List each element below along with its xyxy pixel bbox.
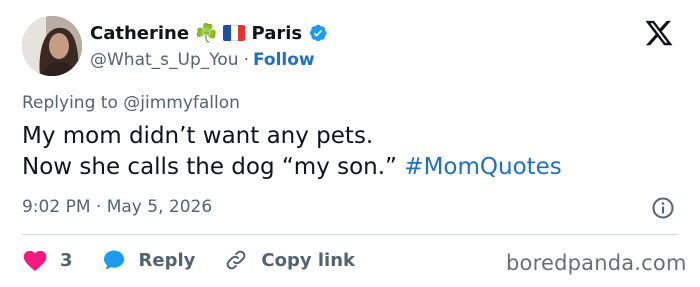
author-handle[interactable]: @What_s_Up_You <box>90 50 239 70</box>
replying-to-line: Replying to @jimmyfallon <box>22 93 240 113</box>
reply-label: Reply <box>138 249 196 271</box>
x-logo-icon[interactable] <box>643 18 675 48</box>
tweet-line-2: Now she calls the dog “my son.” #MomQuot… <box>22 152 562 183</box>
tweet-date: May 5, 2026 <box>106 197 213 217</box>
tweet-timestamp[interactable]: 9:02 PM · May 5, 2026 <box>22 197 212 217</box>
tweet-text: My mom didn’t want any pets. Now she cal… <box>22 121 562 183</box>
france-flag-emoji <box>223 25 246 41</box>
tweet-actions: 3 Reply Copy link <box>22 246 355 274</box>
replying-to-label: Replying to <box>22 93 118 113</box>
reply-mention-link[interactable]: @jimmyfallon <box>123 93 240 113</box>
author-display-name[interactable]: Catherine <box>90 23 189 44</box>
avatar[interactable] <box>22 16 82 76</box>
verified-badge-icon <box>309 24 327 42</box>
author-location: Paris <box>251 22 303 44</box>
avatar-photo <box>22 16 82 76</box>
clover-emoji: ☘️ <box>195 22 218 44</box>
author-name-row: Catherine ☘️ Paris <box>90 20 328 46</box>
actions-divider <box>22 234 678 235</box>
info-icon[interactable] <box>651 196 675 220</box>
tweet-line-2-text: Now she calls the dog “my son.” <box>22 154 397 180</box>
follow-button[interactable]: Follow <box>253 50 315 70</box>
reply-button[interactable]: Reply <box>101 248 196 272</box>
speech-bubble-icon <box>103 250 124 270</box>
link-icon <box>227 250 246 270</box>
handle-separator: · <box>243 50 249 70</box>
copy-link-button[interactable]: Copy link <box>223 248 355 272</box>
like-count: 3 <box>60 249 73 271</box>
timestamp-separator: · <box>95 197 102 217</box>
tweet-time: 9:02 PM <box>22 197 91 217</box>
boredpanda-watermark: boredpanda.com <box>506 251 687 275</box>
like-button[interactable]: 3 <box>22 248 73 272</box>
copy-link-label: Copy link <box>261 249 355 271</box>
author-handle-row: @What_s_Up_You · Follow <box>90 48 315 72</box>
hashtag-link[interactable]: #MomQuotes <box>404 154 562 180</box>
heart-icon <box>23 250 47 272</box>
tweet-line-1: My mom didn’t want any pets. <box>22 123 374 149</box>
